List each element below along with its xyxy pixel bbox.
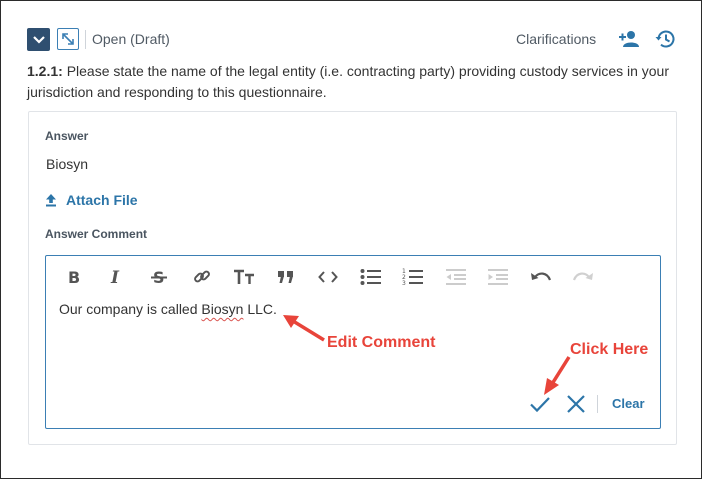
action-divider <box>597 395 598 413</box>
comment-flagged-word: Biosyn <box>201 301 244 317</box>
clear-button[interactable]: Clear <box>612 396 645 411</box>
bullet-list-button[interactable] <box>359 265 383 289</box>
edit-comment-arrow <box>283 315 325 342</box>
attach-file-label: Attach File <box>66 192 138 208</box>
comment-text-after: LLC. <box>243 301 277 317</box>
heading-button[interactable] <box>232 265 256 289</box>
italic-icon: I <box>110 269 120 285</box>
comment-text[interactable]: Our company is called Biosyn LLC. <box>59 301 277 317</box>
bullet-list-icon <box>360 269 381 285</box>
link-icon <box>194 270 210 283</box>
answer-label: Answer <box>45 129 89 143</box>
svg-text:B: B <box>68 269 80 285</box>
undo-icon <box>531 272 552 281</box>
edit-comment-annotation: Edit Comment <box>327 334 436 351</box>
code-icon <box>318 271 338 283</box>
click-here-annotation: Click Here <box>570 341 649 358</box>
add-person-icon[interactable] <box>618 29 640 49</box>
status-label: Open (Draft) <box>92 31 170 47</box>
upload-icon <box>46 194 56 207</box>
collapse-button[interactable] <box>27 28 50 51</box>
expand-button[interactable] <box>57 28 79 50</box>
numbered-list-icon: 1 2 3 <box>402 268 423 286</box>
svg-text:I: I <box>110 269 120 285</box>
undo-button[interactable] <box>529 265 553 289</box>
heading-icon <box>234 269 254 284</box>
chevron-down-icon <box>32 35 45 44</box>
quote-button[interactable] <box>274 265 298 289</box>
strikethrough-button[interactable]: S <box>147 265 171 289</box>
redo-button[interactable] <box>571 265 595 289</box>
quote-icon <box>278 271 293 283</box>
outdent-icon <box>446 269 466 285</box>
expand-icon <box>62 33 74 45</box>
outdent-button[interactable] <box>444 265 468 289</box>
clarifications-link[interactable]: Clarifications <box>516 31 596 47</box>
answer-comment-label: Answer Comment <box>45 227 148 241</box>
bold-button[interactable]: B <box>62 265 86 289</box>
numbered-list-button[interactable]: 1 2 3 <box>401 265 425 289</box>
answer-card: Answer Biosyn Attach File Answer Comment… <box>28 111 677 445</box>
header-divider <box>85 30 86 49</box>
strikethrough-icon: S <box>151 268 167 286</box>
link-button[interactable] <box>190 265 214 289</box>
comment-text-before: Our company is called <box>59 301 202 317</box>
question-header: Open (Draft) Clarifications <box>27 28 679 52</box>
answer-value[interactable]: Biosyn <box>46 156 88 172</box>
click-here-arrow <box>544 356 571 395</box>
history-icon[interactable] <box>654 28 676 50</box>
question-panel: Open (Draft) Clarifications 1.2.1: Pleas… <box>0 0 702 479</box>
italic-button[interactable]: I <box>104 265 128 289</box>
bold-icon: B <box>68 269 80 285</box>
redo-icon <box>572 272 593 281</box>
question-body: Please state the name of the legal entit… <box>27 63 670 100</box>
question-text: 1.2.1: Please state the name of the lega… <box>27 61 677 103</box>
indent-icon <box>488 269 508 285</box>
indent-button[interactable] <box>486 265 510 289</box>
svg-text:3: 3 <box>402 280 406 286</box>
question-number: 1.2.1: <box>27 63 63 79</box>
code-button[interactable] <box>316 265 340 289</box>
attach-file-button[interactable]: Attach File <box>45 192 138 208</box>
